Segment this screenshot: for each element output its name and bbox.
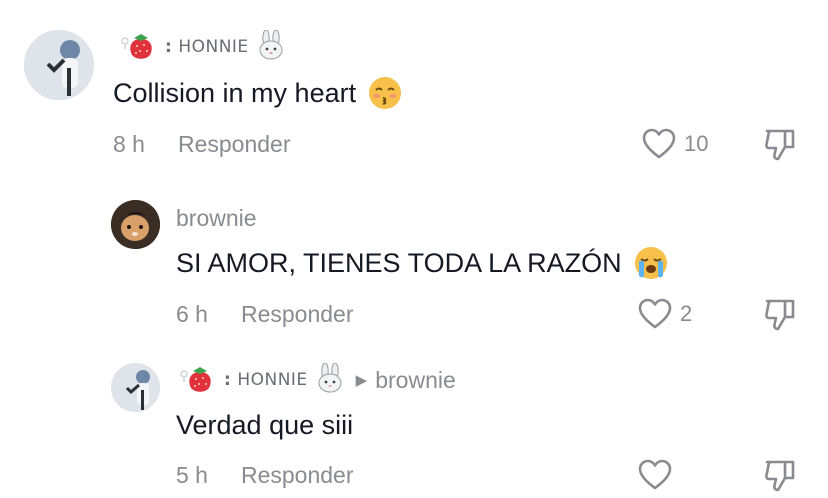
comment-meta: 8 h Responder — [113, 130, 291, 158]
comment-meta: 6 h Responder — [176, 300, 354, 328]
thumbs-down-icon — [764, 126, 796, 162]
like-count: 10 — [684, 131, 709, 156]
comment-text: Verdad que siii — [176, 409, 354, 440]
username: HONNIE — [178, 37, 249, 57]
comment-item: : HONNIE Collision in my heart 8 h Respo… — [0, 0, 828, 170]
comment-meta: 5 h Responder — [176, 461, 354, 489]
like-count: 2 — [680, 301, 693, 326]
avatar-photo — [24, 30, 94, 100]
username-prefix: : — [165, 37, 173, 57]
rabbit-icon — [257, 29, 285, 65]
heart-icon — [638, 459, 672, 491]
comment-author[interactable]: : HONNIE — [117, 29, 285, 66]
strawberry-icon — [176, 362, 216, 399]
thumbs-down-icon — [764, 457, 796, 493]
timestamp: 5 h — [176, 461, 208, 488]
reply-button[interactable]: Responder — [241, 462, 354, 489]
username: HONNIE — [237, 370, 308, 390]
avatar[interactable] — [111, 200, 160, 249]
comment-text: Collision in my heart — [113, 74, 402, 112]
username-prefix: : — [224, 370, 232, 390]
rabbit-icon — [316, 362, 344, 398]
thumbs-down-icon — [764, 296, 796, 332]
dislike-button[interactable] — [764, 296, 796, 337]
reply-button[interactable]: Responder — [241, 301, 354, 328]
like-button[interactable]: 10 — [642, 128, 708, 160]
avatar[interactable] — [111, 363, 160, 412]
dislike-button[interactable] — [764, 126, 796, 167]
heart-icon — [638, 298, 672, 330]
comment-text: SI AMOR, TIENES TODA LA RAZÓN — [176, 244, 668, 282]
reply-button[interactable]: Responder — [178, 131, 291, 158]
heart-icon — [642, 128, 676, 160]
comment-item: brownie SI AMOR, TIENES TODA LA RAZÓN 6 … — [0, 170, 828, 340]
reply-target-username[interactable]: brownie — [375, 367, 456, 394]
timestamp: 6 h — [176, 300, 208, 327]
comment-item: : HONNIE ▶ brownie Verdad que siii 5 h R… — [0, 340, 828, 493]
strawberry-icon — [117, 29, 157, 66]
like-button[interactable] — [638, 459, 680, 491]
caret-right-icon: ▶ — [355, 372, 368, 389]
like-button[interactable]: 2 — [638, 298, 692, 330]
comment-author[interactable]: brownie — [176, 203, 257, 233]
timestamp: 8 h — [113, 130, 145, 157]
avatar-photo — [111, 200, 160, 249]
kissing-closed-eyes-emoji — [368, 76, 402, 110]
avatar-photo — [111, 363, 160, 412]
avatar[interactable] — [24, 30, 94, 100]
loudly-crying-emoji — [634, 246, 668, 280]
comment-author[interactable]: : HONNIE ▶ brownie — [176, 362, 456, 399]
dislike-button[interactable] — [764, 457, 796, 498]
username: brownie — [176, 204, 257, 231]
